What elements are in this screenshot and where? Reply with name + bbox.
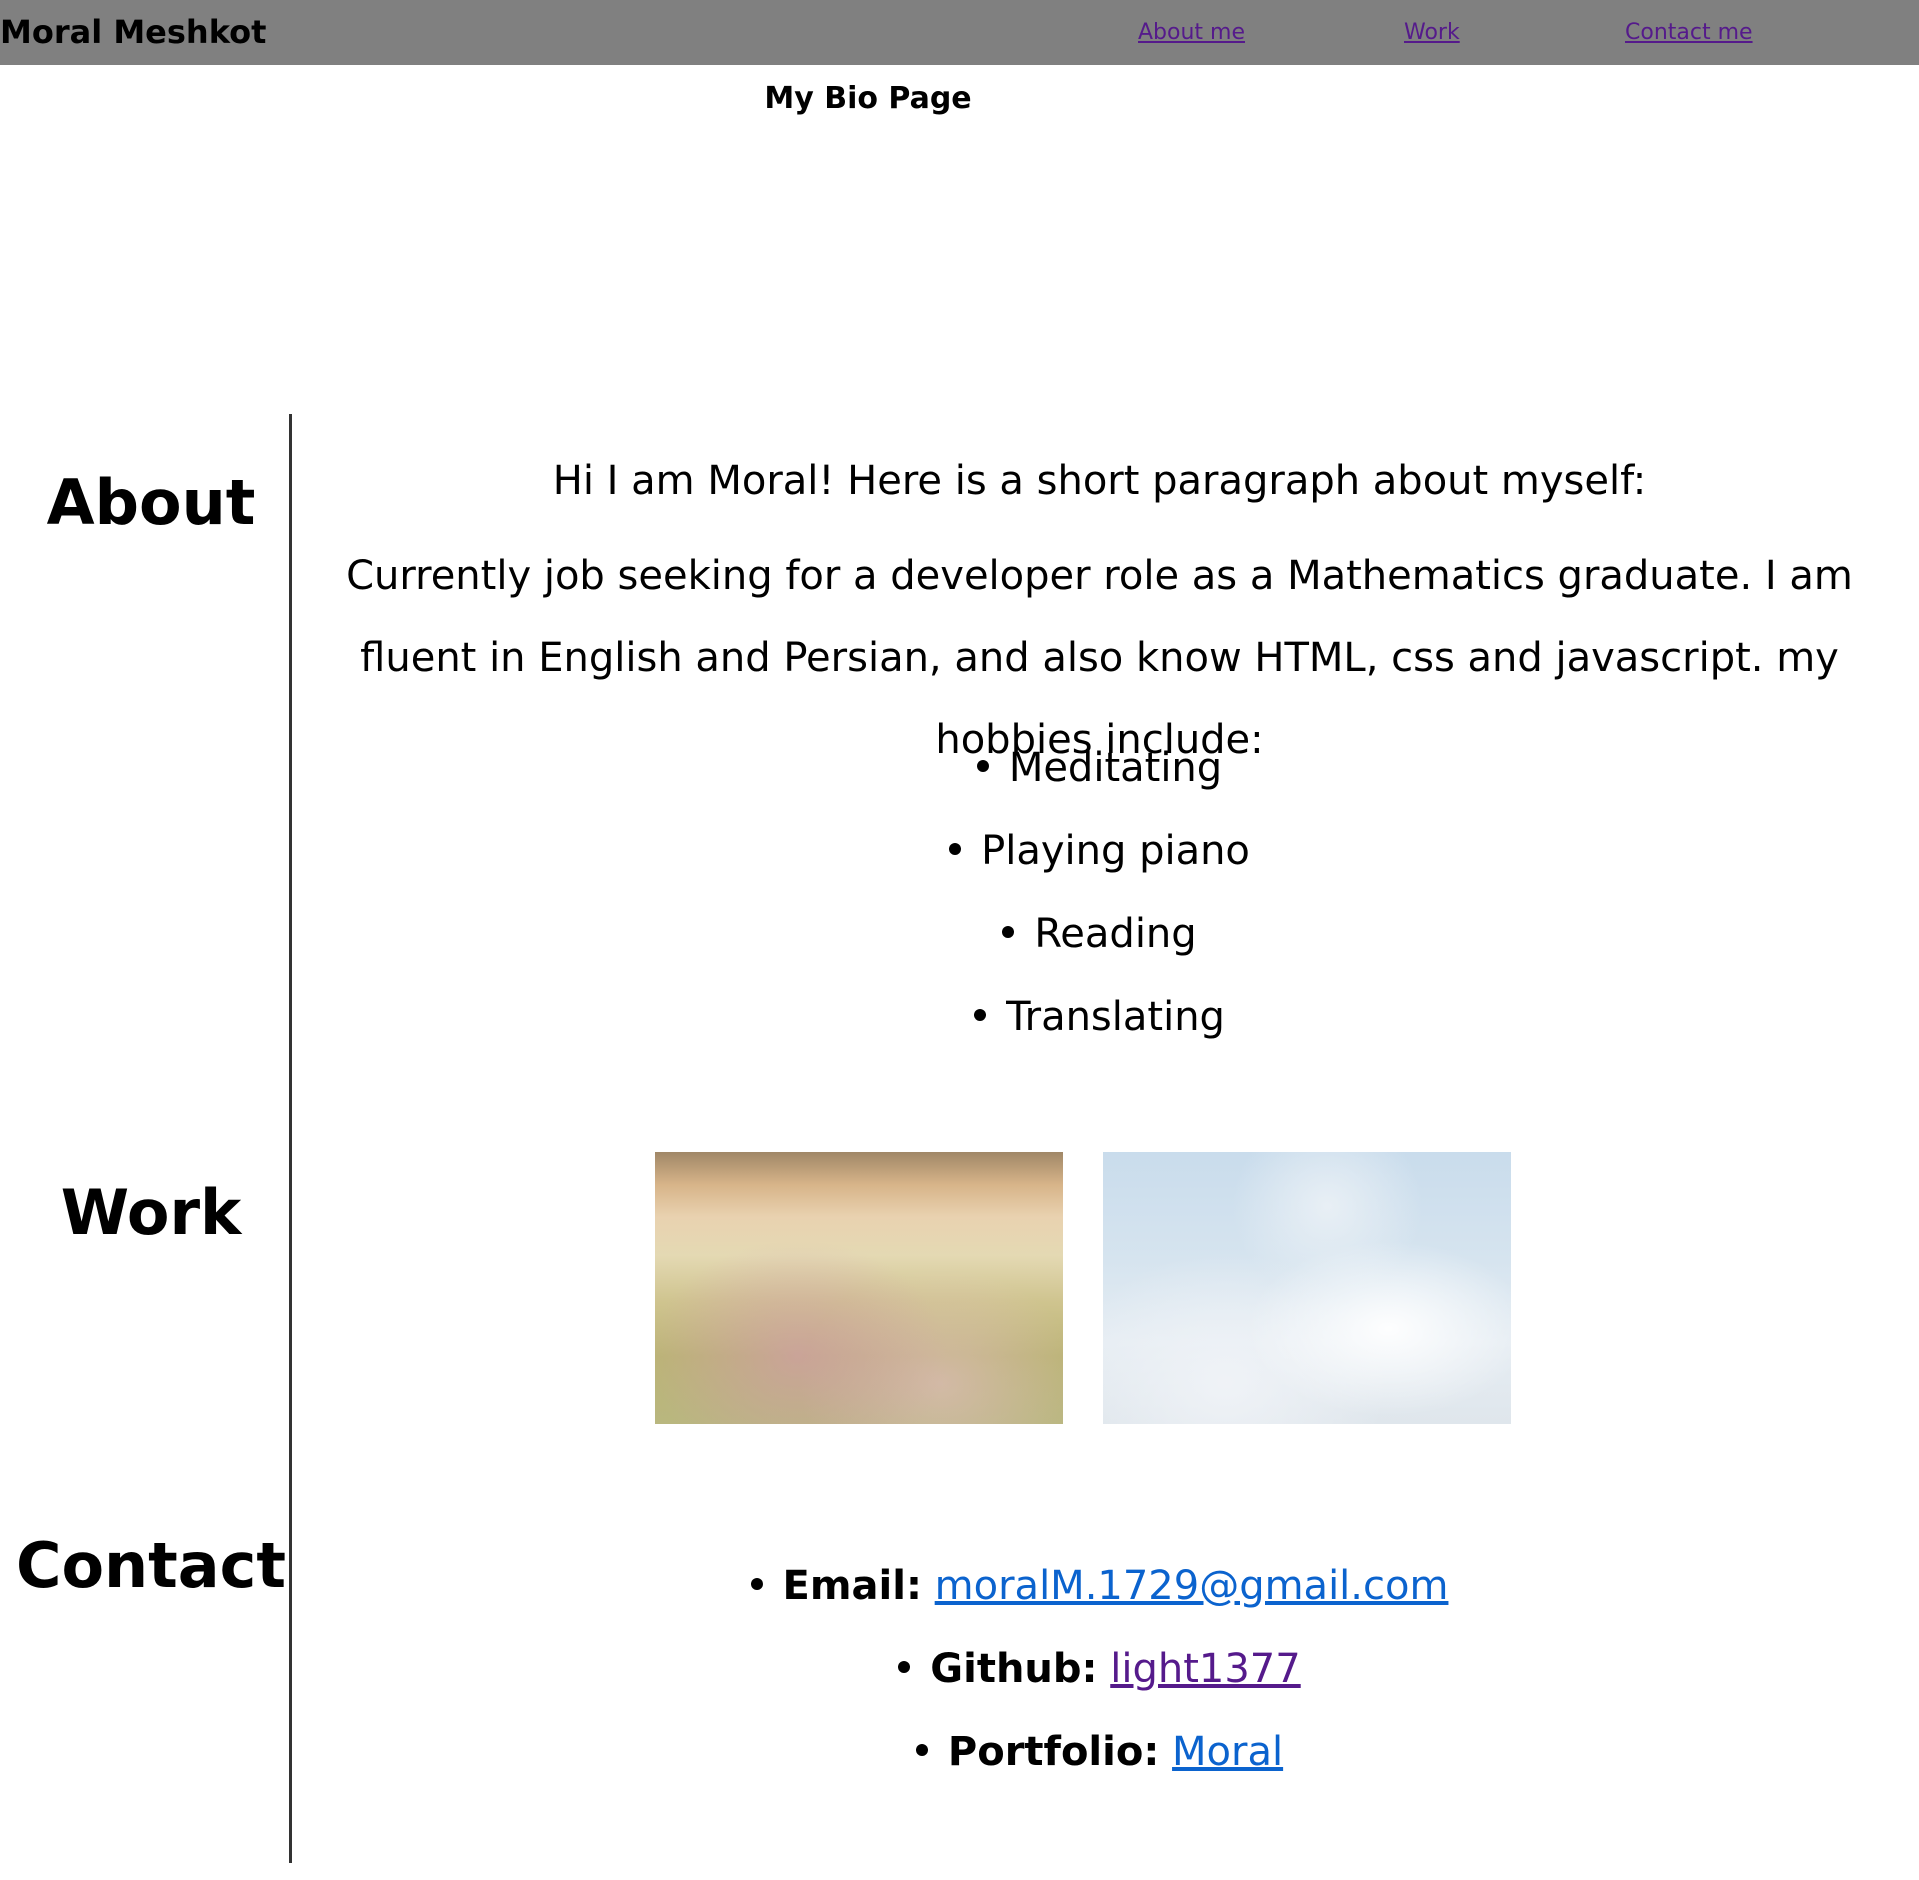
email-link[interactable]: moralM.1729@gmail.com [935, 1563, 1449, 1609]
nav-link-about[interactable]: About me [1138, 20, 1245, 46]
hobby-label: Translating [1006, 994, 1225, 1040]
contact-label: Github: [930, 1646, 1098, 1692]
nav-link-contact[interactable]: Contact me [1625, 20, 1753, 46]
list-item: Reading [310, 893, 1889, 976]
github-link[interactable]: light1377 [1110, 1646, 1300, 1692]
section-heading-work: Work [60, 1176, 242, 1249]
hobby-label: Reading [1034, 911, 1197, 957]
contact-label: Portfolio: [947, 1729, 1160, 1775]
list-item: Translating [310, 976, 1889, 1059]
contact-list: Email: moralM.1729@gmail.com Github: lig… [310, 1545, 1889, 1794]
hobby-label: Meditating [1008, 745, 1223, 791]
section-heading-about: About [46, 466, 256, 539]
contact-item-email: Email: moralM.1729@gmail.com [310, 1545, 1889, 1628]
brand-name: Moral Meshkot [0, 13, 267, 51]
bullet-icon [750, 1578, 763, 1590]
bullet-icon [898, 1661, 911, 1673]
bullet-icon [1002, 926, 1015, 938]
portfolio-link[interactable]: Moral [1172, 1729, 1283, 1775]
list-item: Playing piano [310, 810, 1889, 893]
contact-item-github: Github: light1377 [310, 1628, 1889, 1711]
about-intro: Hi I am Moral! Here is a short paragraph… [552, 458, 1647, 504]
section-heading-contact: Contact [15, 1529, 287, 1602]
contact-item-portfolio: Portfolio: Moral [310, 1711, 1889, 1794]
bullet-icon [915, 1744, 928, 1756]
hobby-list: Meditating Playing piano Reading Transla… [310, 727, 1889, 1059]
bullet-icon [974, 1009, 987, 1021]
nav-link-work[interactable]: Work [1404, 20, 1460, 46]
bullet-icon [949, 843, 962, 855]
top-navbar: Moral Meshkot About me Work Contact me [0, 0, 1919, 65]
flower-field-photo [655, 1152, 1063, 1424]
contact-label: Email: [782, 1563, 922, 1609]
list-item: Meditating [310, 727, 1889, 810]
bullet-icon [976, 760, 989, 772]
hobby-label: Playing piano [981, 828, 1250, 874]
page-title: My Bio Page [764, 81, 972, 116]
clouds-sky-photo [1103, 1152, 1511, 1424]
